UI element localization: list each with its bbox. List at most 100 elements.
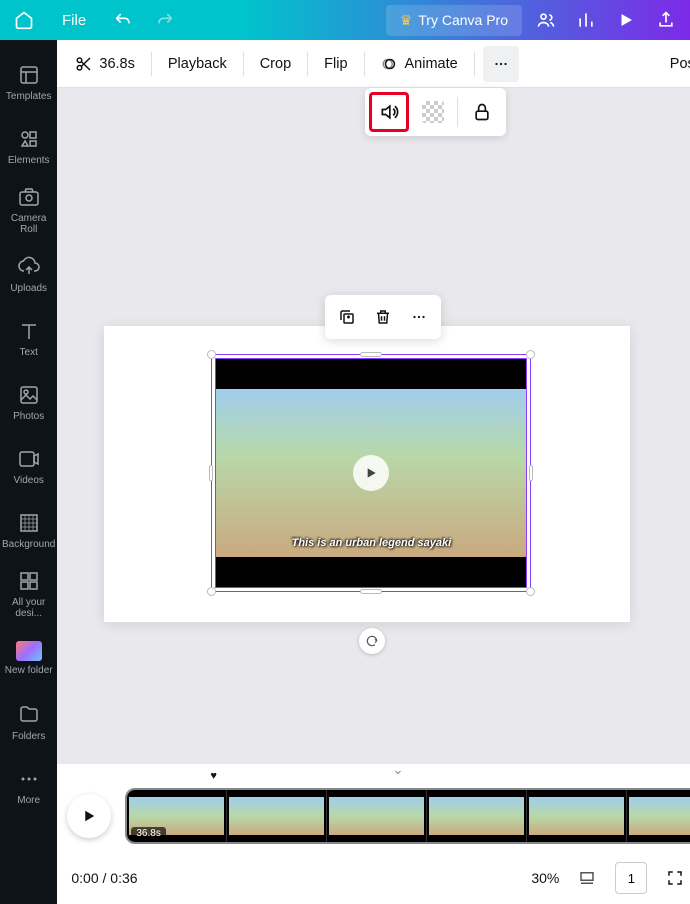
rotate-handle[interactable] — [359, 628, 385, 654]
sidebar-item-more[interactable]: More — [0, 754, 57, 818]
grid-icon — [17, 569, 41, 593]
lock-icon — [472, 102, 492, 122]
resize-handle[interactable] — [360, 589, 382, 594]
element-more-button[interactable] — [403, 301, 435, 333]
clip-thumbnail[interactable] — [327, 790, 427, 842]
videos-icon — [17, 447, 41, 471]
undo-button[interactable] — [108, 4, 140, 36]
animate-icon — [381, 55, 399, 73]
sidebar-item-photos[interactable]: Photos — [0, 370, 57, 434]
elements-icon — [17, 127, 41, 151]
dots-icon — [492, 55, 510, 73]
collaborate-button[interactable] — [530, 4, 562, 36]
resize-handle[interactable] — [529, 465, 533, 481]
video-selection[interactable]: This is an urban legend sayaki — [211, 354, 531, 592]
transparency-button[interactable] — [413, 92, 453, 132]
clip-duration-badge: 36.8s — [131, 827, 165, 840]
timeline-play-button[interactable] — [67, 794, 111, 838]
share-button[interactable] — [650, 4, 682, 36]
sidebar-label: Camera Roll — [0, 213, 57, 235]
top-bar: File ♛ Try Canva Pro — [0, 0, 690, 40]
share-icon — [656, 10, 676, 30]
background-icon — [17, 511, 41, 535]
sidebar-item-videos[interactable]: Videos — [0, 434, 57, 498]
sidebar-label: Uploads — [8, 283, 49, 294]
sidebar-item-folders[interactable]: Folders — [0, 690, 57, 754]
flip-button[interactable]: Flip — [316, 50, 355, 78]
fullscreen-button[interactable] — [661, 864, 689, 892]
clip-thumbnail[interactable] — [227, 790, 327, 842]
uploads-icon — [17, 255, 41, 279]
video-toolbar: 36.8s Playback Crop Flip Animate Positio… — [57, 40, 690, 88]
play-icon — [80, 807, 98, 825]
video-element[interactable]: This is an urban legend sayaki — [215, 358, 527, 588]
sidebar-item-text[interactable]: Text — [0, 306, 57, 370]
resize-handle[interactable] — [207, 587, 216, 596]
playhead-marker[interactable]: ♥ — [210, 770, 217, 782]
delete-button[interactable] — [367, 301, 399, 333]
zoom-level[interactable]: 30% — [531, 870, 559, 886]
more-icon — [17, 767, 41, 791]
play-video-button[interactable] — [353, 455, 389, 491]
resize-handle[interactable] — [360, 352, 382, 357]
floating-toolbar — [365, 88, 506, 136]
play-icon — [363, 465, 379, 481]
lock-button[interactable] — [462, 92, 502, 132]
file-menu[interactable]: File — [48, 6, 100, 35]
trim-button[interactable]: 36.8s — [67, 49, 142, 79]
sidebar-item-new-folder[interactable]: New folder — [0, 626, 57, 690]
sidebar-item-camera-roll[interactable]: Camera Roll — [0, 178, 57, 242]
position-button[interactable]: Position — [662, 50, 690, 78]
page-count[interactable]: 1 — [615, 862, 647, 894]
more-tools-button[interactable] — [483, 46, 519, 82]
clip-thumbnail[interactable] — [427, 790, 527, 842]
undo-icon — [114, 10, 134, 30]
resize-handle[interactable] — [526, 350, 535, 359]
timeline: ♥ 36.8s 0:00 / 0:36 30% — [57, 764, 690, 904]
sidebar-label: Photos — [11, 411, 46, 422]
sidebar-label: Templates — [4, 91, 54, 102]
volume-icon — [379, 102, 399, 122]
folder-thumb-icon — [16, 641, 42, 661]
fullscreen-icon — [666, 869, 684, 887]
grid-view-button[interactable] — [573, 864, 601, 892]
time-display: 0:00 / 0:36 — [71, 870, 137, 886]
home-icon — [14, 10, 34, 30]
video-subtitle: This is an urban legend sayaki — [216, 537, 526, 549]
clip-thumbnail[interactable] — [527, 790, 627, 842]
sidebar-item-all-designs[interactable]: All your desi... — [0, 562, 57, 626]
people-icon — [536, 10, 556, 30]
trash-icon — [374, 308, 392, 326]
chevron-down-icon — [390, 766, 406, 778]
transparency-icon — [422, 101, 444, 123]
clip-thumbnail[interactable] — [627, 790, 690, 842]
crop-button[interactable]: Crop — [252, 50, 299, 78]
playback-button[interactable]: Playback — [160, 50, 235, 78]
page-canvas[interactable]: This is an urban legend sayaki — [104, 326, 630, 622]
try-pro-button[interactable]: ♛ Try Canva Pro — [386, 5, 522, 36]
play-icon — [617, 11, 635, 29]
sidebar-label: Elements — [6, 155, 52, 166]
sidebar-label: More — [15, 795, 42, 806]
volume-button[interactable] — [369, 92, 409, 132]
present-button[interactable] — [610, 4, 642, 36]
resize-handle[interactable] — [209, 465, 213, 481]
redo-button[interactable] — [148, 4, 180, 36]
text-icon — [17, 319, 41, 343]
resize-handle[interactable] — [526, 587, 535, 596]
insights-button[interactable] — [570, 4, 602, 36]
animate-button[interactable]: Animate — [373, 49, 466, 79]
clip-track[interactable]: 36.8s — [125, 788, 690, 844]
home-button[interactable] — [8, 4, 40, 36]
dots-icon — [410, 308, 428, 326]
sidebar-label: All your desi... — [0, 597, 57, 619]
duplicate-button[interactable] — [331, 301, 363, 333]
duplicate-icon — [338, 308, 356, 326]
sidebar-item-uploads[interactable]: Uploads — [0, 242, 57, 306]
sidebar-item-elements[interactable]: Elements — [0, 114, 57, 178]
sidebar-item-templates[interactable]: Templates — [0, 50, 57, 114]
camera-icon — [17, 185, 41, 209]
timeline-collapse[interactable] — [57, 764, 690, 780]
canvas-area[interactable]: This is an urban legend sayaki — [57, 88, 690, 764]
sidebar-item-background[interactable]: Background — [0, 498, 57, 562]
